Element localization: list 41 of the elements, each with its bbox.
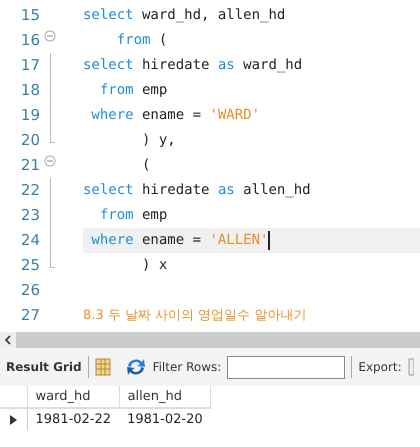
- code-line: (: [141, 156, 150, 175]
- refresh-icon[interactable]: [124, 357, 147, 377]
- table-cell: 1981-02-20: [119, 408, 211, 430]
- line-number: 19: [20, 105, 40, 126]
- code-line: ) y,: [141, 131, 176, 150]
- fold-icon[interactable]: [44, 155, 56, 168]
- filter-field[interactable]: [227, 356, 346, 378]
- column-header[interactable]: ward_hd: [27, 386, 120, 408]
- export-label: Export:: [358, 359, 402, 376]
- line-number: 27: [20, 305, 40, 326]
- line-number: 21: [20, 155, 40, 176]
- code-line: from emp: [98, 206, 168, 225]
- text-caret: [268, 231, 270, 250]
- code-line: where ename = 'ALLEN': [90, 231, 268, 250]
- line-number: 26: [20, 280, 40, 302]
- line-number: 16: [20, 30, 40, 52]
- export-icon[interactable]: [408, 358, 414, 376]
- line-number: 18: [20, 80, 40, 102]
- line-number: 23: [20, 205, 40, 226]
- line-number: 24: [20, 230, 40, 252]
- line-number: 22: [20, 180, 40, 202]
- code-line: where ename = 'WARD': [90, 106, 260, 125]
- scroll-left-icon[interactable]: [0, 332, 16, 348]
- result-grid-tab[interactable]: Result Grid: [6, 358, 82, 376]
- fold-icon[interactable]: [44, 30, 56, 43]
- comment-text: 8.3 두 날짜 사이의 영업일수 알아내기: [83, 307, 306, 325]
- line-number: 15: [20, 5, 40, 26]
- filter-label: Filter Rows:: [152, 359, 222, 376]
- table-cell: 1981-02-22: [27, 408, 120, 430]
- line-number: 17: [20, 55, 40, 76]
- line-number: 25: [20, 255, 40, 276]
- row-pointer-icon: [8, 414, 18, 426]
- grid-layout-icon[interactable]: [94, 358, 111, 376]
- code-line: select hiredate as ward_hd: [83, 56, 302, 75]
- code-line: from emp: [98, 81, 168, 100]
- code-line: select ward_hd, allen_hd: [83, 6, 286, 25]
- code-line: from (: [116, 31, 168, 50]
- line-number: 20: [20, 130, 40, 152]
- column-header[interactable]: allen_hd: [119, 386, 211, 408]
- code-line: ) x: [141, 256, 168, 275]
- code-line: select hiredate as allen_hd: [83, 181, 311, 200]
